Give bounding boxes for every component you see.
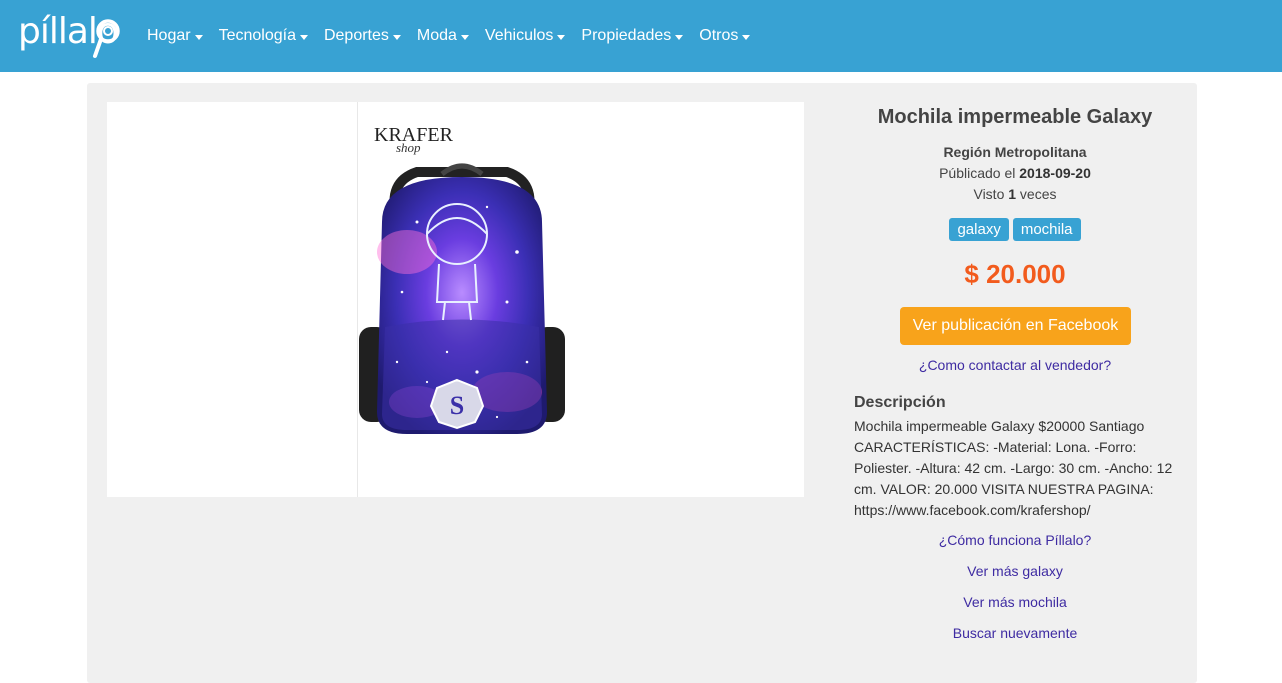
product-region: Región Metropolitana: [943, 144, 1087, 160]
nav-item-label: Otros: [699, 27, 739, 44]
caret-down-icon: [392, 34, 401, 40]
nav-item-vehiculos[interactable]: Vehiculos: [485, 27, 566, 45]
nav-item-deportes[interactable]: Deportes: [324, 27, 401, 45]
nav-item-moda[interactable]: Moda: [417, 27, 469, 45]
published-date-value: 2018-09-20: [1019, 165, 1091, 181]
description-text: Mochila impermeable Galaxy $20000 Santia…: [854, 418, 1173, 518]
nav-item-label: Vehiculos: [484, 27, 554, 44]
tag-list: galaxy mochila: [854, 218, 1176, 241]
image-brand-subtext: shop: [396, 140, 421, 155]
svg-text:S: S: [450, 391, 464, 420]
caret-down-icon: [299, 34, 308, 40]
nav-item-label: Deportes: [323, 27, 389, 44]
view-on-facebook-button[interactable]: Ver publicación en Facebook: [900, 307, 1131, 345]
nav-item-otros[interactable]: Otros: [699, 27, 751, 45]
product-title: Mochila impermeable Galaxy: [877, 106, 1153, 128]
product-card: KRAFER shop S Mochila impermeable Galaxy…: [87, 83, 1197, 683]
caret-down-icon: [675, 34, 684, 40]
main-nav: Hogar Tecnología Deportes Moda Vehiculos…: [147, 0, 766, 72]
views-count-value: 1: [1008, 186, 1017, 202]
view-count: Visto 1 veces: [854, 186, 1176, 202]
nav-item-label: Tecnología: [218, 27, 296, 44]
nav-item-hogar[interactable]: Hogar: [147, 27, 203, 45]
caret-down-icon: [557, 34, 566, 40]
views-suffix: veces: [1016, 186, 1057, 202]
published-prefix: Públicado el: [939, 165, 1020, 181]
nav-item-propiedades[interactable]: Propiedades: [581, 27, 684, 45]
more-galaxy-link[interactable]: Ver más galaxy: [854, 563, 1176, 579]
more-mochila-link[interactable]: Ver más mochila: [854, 594, 1176, 610]
tag-badge-galaxy[interactable]: galaxy: [949, 218, 1009, 241]
description-heading: Descripción: [854, 394, 946, 411]
product-price: $ 20.000: [964, 259, 1066, 289]
caret-down-icon: [194, 34, 203, 40]
nav-item-label: Moda: [416, 27, 457, 44]
contact-seller-link[interactable]: ¿Como contactar al vendedor?: [854, 357, 1176, 373]
caret-down-icon: [742, 34, 751, 40]
tag-badge-mochila[interactable]: mochila: [1012, 218, 1081, 241]
caret-down-icon: [460, 34, 469, 40]
magnifier-logo-icon: [93, 19, 120, 58]
how-it-works-link[interactable]: ¿Cómo funciona Píllalo?: [854, 532, 1176, 548]
product-image[interactable]: KRAFER shop S: [107, 102, 804, 497]
nav-item-label: Propiedades: [581, 27, 672, 44]
nav-item-tecnologia[interactable]: Tecnología: [219, 27, 308, 45]
navbar: píllalo Hogar Tecnología Deportes Moda V…: [0, 0, 1282, 72]
published-date: Públicado el 2018-09-20: [854, 165, 1176, 181]
backpack-illustration: S: [359, 163, 565, 434]
search-again-link[interactable]: Buscar nuevamente: [854, 625, 1176, 641]
site-logo[interactable]: píllalo: [18, 8, 122, 64]
nav-item-label: Hogar: [147, 27, 191, 44]
views-prefix: Visto: [973, 186, 1009, 202]
